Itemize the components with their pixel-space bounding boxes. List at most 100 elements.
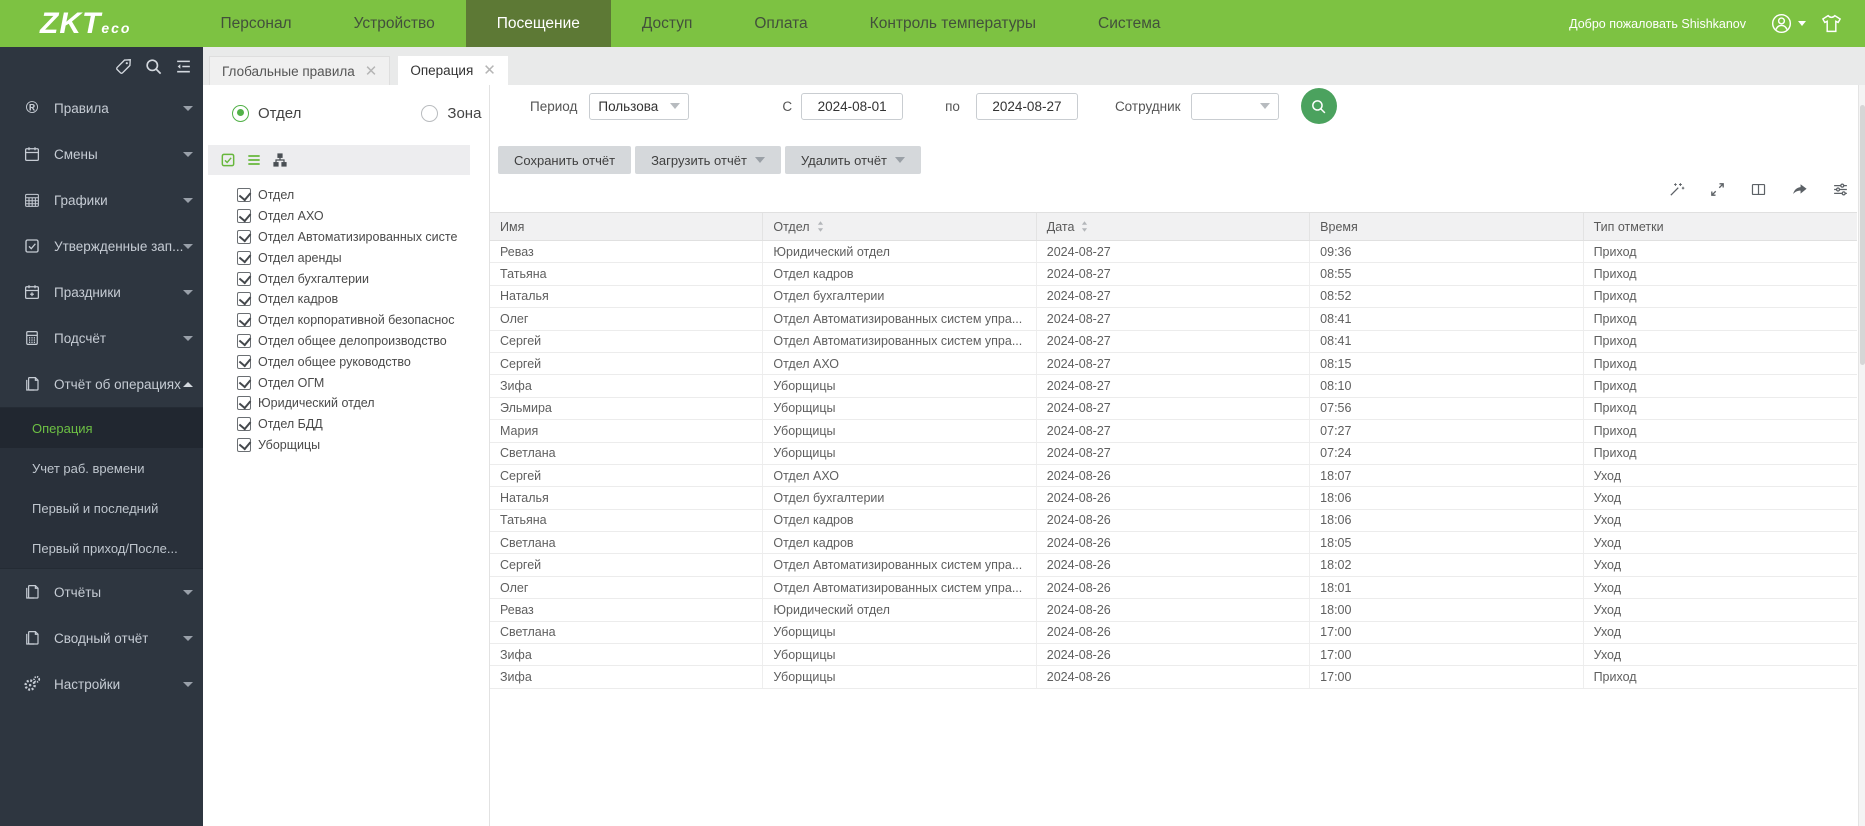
checkbox-icon[interactable]	[237, 188, 251, 203]
table-row[interactable]: Зифа Уборщицы 2024-08-27 08:10 Приход	[490, 375, 1857, 398]
nav-item-Контроль температуры[interactable]: Контроль температуры	[839, 0, 1067, 47]
table-row[interactable]: Зифа Уборщицы 2024-08-26 17:00 Приход	[490, 666, 1857, 689]
nav-item-Оплата[interactable]: Оплата	[723, 0, 838, 47]
checkbox-icon[interactable]	[237, 250, 251, 265]
table-row[interactable]: Эльмира Уборщицы 2024-08-27 07:56 Приход	[490, 397, 1857, 421]
checkbox-icon[interactable]	[237, 333, 251, 348]
export-icon[interactable]	[1791, 181, 1808, 198]
table-row[interactable]: Зифа Уборщицы 2024-08-26 17:00 Уход	[490, 644, 1857, 667]
table-row[interactable]: Сергей Отдел Автоматизированных систем у…	[490, 330, 1857, 353]
sidebar-subitem[interactable]: Операция	[0, 408, 203, 448]
table-row[interactable]: Светлана Уборщицы 2024-08-27 07:24 Прихо…	[490, 442, 1857, 465]
tree-item[interactable]: Отдел аренды	[203, 247, 489, 268]
sidebar-item[interactable]: Настройки	[0, 661, 203, 707]
table-row[interactable]: Сергей Отдел Автоматизированных систем у…	[490, 554, 1857, 577]
checkbox-icon[interactable]	[237, 229, 251, 244]
scrollbar-thumb[interactable]	[1860, 105, 1865, 365]
table-row[interactable]: Олег Отдел Автоматизированных систем упр…	[490, 576, 1857, 600]
sidebar-item[interactable]: Смены	[0, 131, 203, 177]
sidebar-item[interactable]: Сводный отчёт	[0, 615, 203, 661]
nav-item-Система[interactable]: Система	[1067, 0, 1191, 47]
sidebar-item[interactable]: Отчёты	[0, 569, 203, 615]
table-row[interactable]: Олег Отдел Автоматизированных систем упр…	[490, 308, 1857, 331]
report-button[interactable]: Удалить отчёт	[784, 146, 922, 174]
report-button[interactable]: Загрузить отчёт	[635, 146, 781, 174]
table-row[interactable]: Сергей Отдел АХО 2024-08-27 08:15 Приход	[490, 352, 1857, 376]
tree-item[interactable]: Отдел корпоративной безопаснос	[203, 310, 489, 331]
tree-item[interactable]: Отдел бухгалтерии	[203, 268, 489, 289]
nav-item-Посещение[interactable]: Посещение	[465, 0, 611, 47]
employee-select[interactable]	[1190, 92, 1279, 120]
column-header[interactable]: Дата	[1037, 213, 1311, 240]
checkbox-icon[interactable]	[237, 209, 251, 224]
tab[interactable]: Глобальные правила ✕	[209, 56, 391, 85]
sort-icon[interactable]	[816, 220, 825, 233]
tree-item[interactable]: Отдел БДД	[203, 414, 489, 435]
table-row[interactable]: Наталья Отдел бухгалтерии 2024-08-26 18:…	[490, 487, 1857, 510]
tree-view-icon[interactable]	[272, 152, 288, 168]
sidebar-item[interactable]: ® Правила	[0, 85, 203, 131]
checkbox-icon[interactable]	[237, 271, 251, 286]
checkbox-icon[interactable]	[237, 313, 251, 328]
shirt-icon[interactable]	[1820, 12, 1843, 35]
table-row[interactable]: Татьяна Отдел кадров 2024-08-26 18:06 Ух…	[490, 509, 1857, 533]
tree-item[interactable]: Отдел АХО	[203, 206, 489, 227]
report-button[interactable]: Сохранить отчёт	[498, 146, 632, 174]
tree-item[interactable]: Уборщицы	[203, 435, 489, 456]
from-date-input[interactable]	[801, 92, 904, 120]
tab[interactable]: Операция ✕	[398, 56, 508, 85]
table-row[interactable]: Светлана Уборщицы 2024-08-26 17:00 Уход	[490, 621, 1857, 645]
vertical-scrollbar[interactable]	[1858, 85, 1865, 826]
sidebar-subitem[interactable]: Первый приход/После...	[0, 528, 203, 568]
list-view-icon[interactable]	[246, 152, 262, 168]
expand-icon[interactable]	[1709, 181, 1726, 198]
period-select[interactable]: Пользова	[589, 92, 690, 120]
tree-item[interactable]: Отдел Автоматизированных систе	[203, 227, 489, 248]
tree-item[interactable]: Отдел ОГМ	[203, 372, 489, 393]
check-all-icon[interactable]	[220, 152, 236, 168]
tree-item[interactable]: Юридический отдел	[203, 393, 489, 414]
table-row[interactable]: Наталья Отдел бухгалтерии 2024-08-27 08:…	[490, 285, 1857, 309]
sort-icon[interactable]	[1080, 220, 1089, 233]
user-menu[interactable]	[1770, 12, 1806, 35]
menu-list-icon[interactable]	[174, 57, 193, 76]
checkbox-icon[interactable]	[237, 396, 251, 411]
checkbox-icon[interactable]	[237, 292, 251, 307]
nav-item-Персонал[interactable]: Персонал	[189, 0, 322, 47]
checkbox-icon[interactable]	[237, 354, 251, 369]
tree-item[interactable]: Отдел общее делопроизводство	[203, 331, 489, 352]
table-row[interactable]: Мария Уборщицы 2024-08-27 07:27 Приход	[490, 420, 1857, 443]
checkbox-icon[interactable]	[237, 417, 251, 432]
table-row[interactable]: Татьяна Отдел кадров 2024-08-27 08:55 Пр…	[490, 263, 1857, 286]
sidebar-subitem[interactable]: Первый и последний	[0, 488, 203, 528]
sidebar-subitem[interactable]: Учет раб. времени	[0, 448, 203, 488]
sliders-icon[interactable]	[1832, 181, 1849, 198]
table-row[interactable]: Светлана Отдел кадров 2024-08-26 18:05 У…	[490, 532, 1857, 555]
sidebar-item[interactable]: Утвержденные зап...	[0, 223, 203, 269]
wand-icon[interactable]	[1668, 181, 1685, 198]
radio-zone[interactable]: Зона	[421, 104, 481, 122]
tree-item[interactable]: Отдел общее руководство	[203, 351, 489, 372]
table-row[interactable]: Сергей Отдел АХО 2024-08-26 18:07 Уход	[490, 464, 1857, 488]
search-button[interactable]	[1300, 88, 1337, 124]
radio-department[interactable]: Отдел	[232, 104, 301, 122]
columns-icon[interactable]	[1750, 181, 1767, 198]
column-header[interactable]: Отдел	[763, 213, 1037, 240]
sidebar-item[interactable]: Праздники	[0, 269, 203, 315]
checkbox-icon[interactable]	[237, 375, 251, 390]
table-row[interactable]: Реваз Юридический отдел 2024-08-26 18:00…	[490, 599, 1857, 622]
table-row[interactable]: Реваз Юридический отдел 2024-08-27 09:36…	[490, 241, 1857, 264]
sidebar-item[interactable]: Отчёт об операциях	[0, 361, 203, 407]
nav-item-Доступ[interactable]: Доступ	[611, 0, 723, 47]
nav-item-Устройство[interactable]: Устройство	[323, 0, 466, 47]
search-icon[interactable]	[144, 57, 163, 76]
checkbox-icon[interactable]	[237, 437, 251, 452]
to-date-input[interactable]	[975, 92, 1078, 120]
tag-icon[interactable]	[114, 57, 133, 76]
close-icon[interactable]: ✕	[365, 64, 378, 79]
close-icon[interactable]: ✕	[483, 63, 496, 78]
tree-item[interactable]: Отдел кадров	[203, 289, 489, 310]
sidebar-item[interactable]: Подсчёт	[0, 315, 203, 361]
tree-item[interactable]: Отдел	[203, 185, 489, 206]
sidebar-item[interactable]: Графики	[0, 177, 203, 223]
